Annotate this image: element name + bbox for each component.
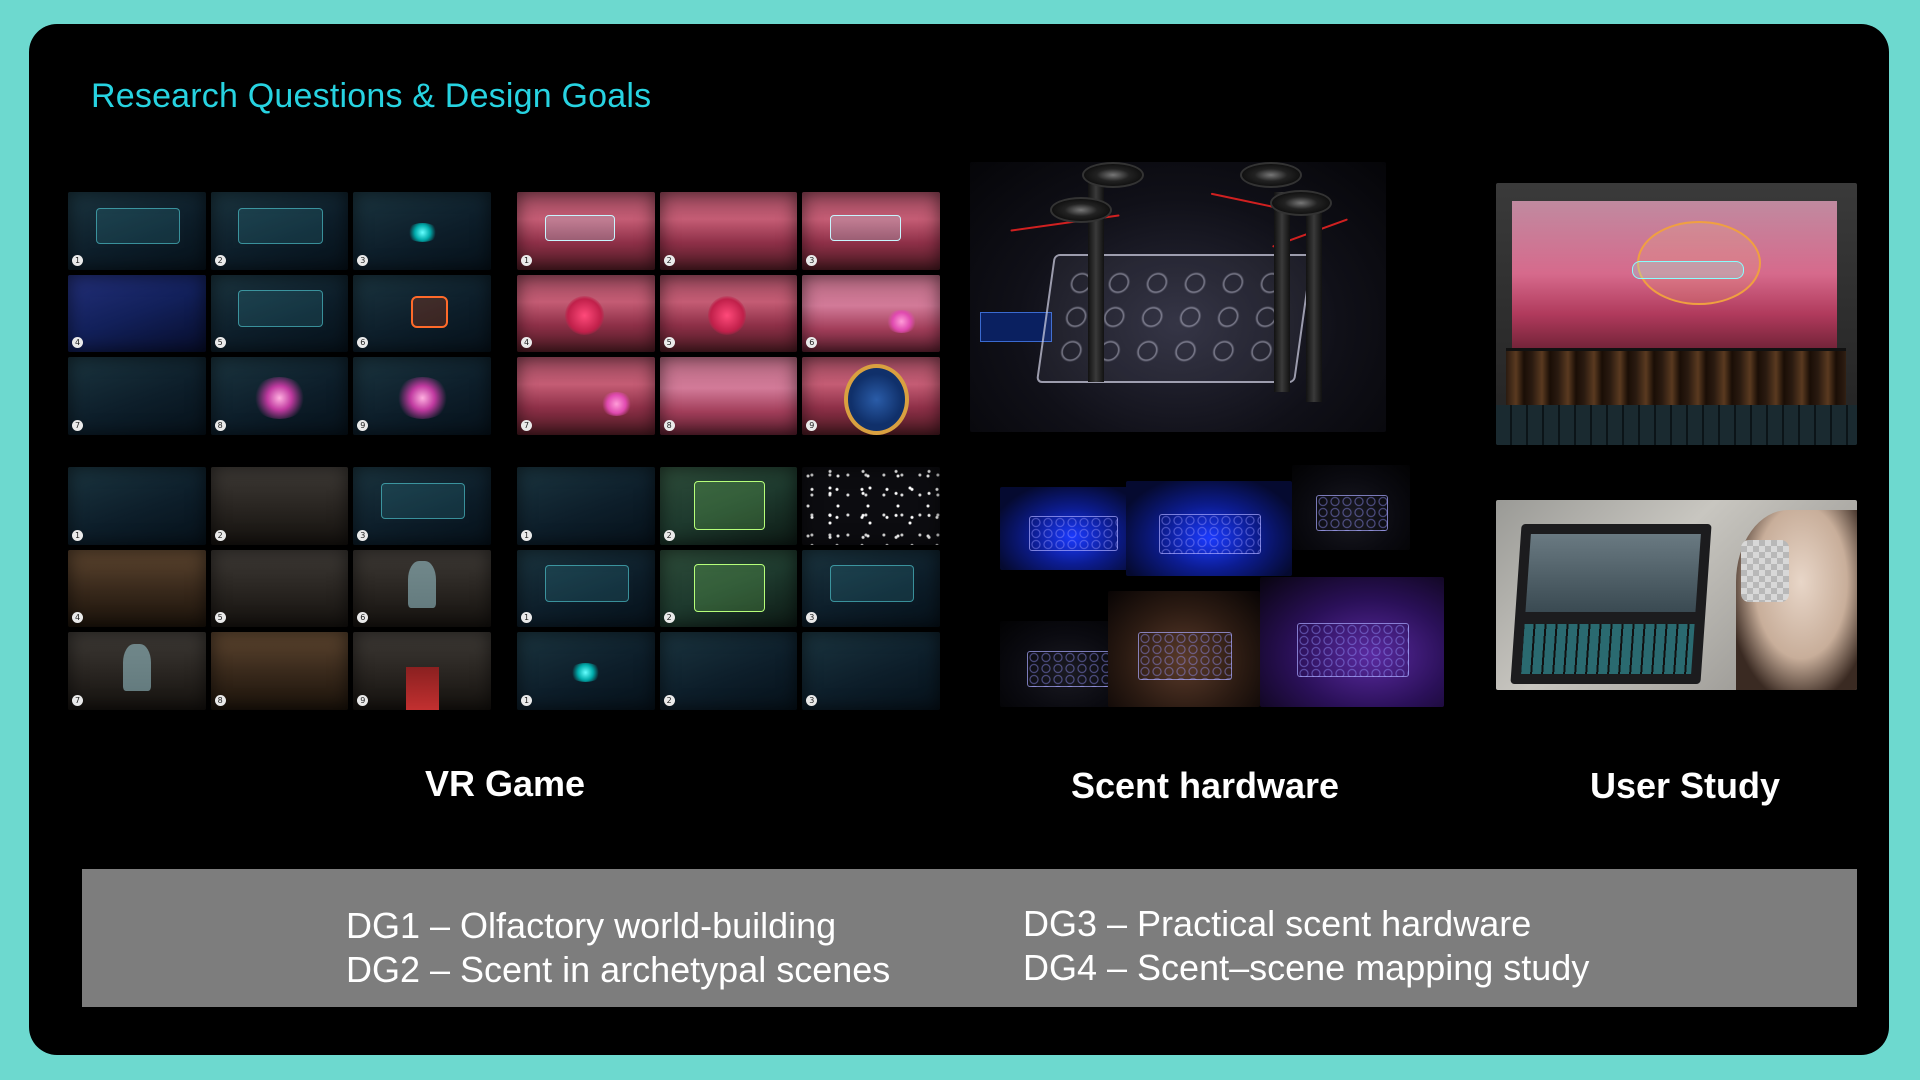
vr-screenshot-tile: 5 — [210, 274, 349, 353]
vr-screenshot-tile: 2 — [659, 467, 798, 545]
scent-hardware-photo-1 — [1000, 487, 1145, 570]
scent-hardware-photo-2 — [1126, 481, 1292, 576]
vr-screenshot-tile: 1 — [517, 549, 655, 628]
scent-hardware-main-photo — [970, 162, 1386, 432]
vr-screenshot-tile: 3 — [353, 192, 491, 270]
design-goal-2: DG2 – Scent in archetypal scenes — [346, 949, 891, 990]
tile-number-badge: 2 — [663, 254, 675, 266]
tile-number-badge: 1 — [521, 529, 532, 541]
vr-screenshot-tile: 8 — [210, 632, 349, 710]
tile-number-badge: 1 — [72, 529, 83, 541]
design-goal-3: DG3 – Practical scent hardware — [1023, 903, 1532, 944]
vr-screenshot-tile: 2 — [210, 192, 349, 270]
vr-screenshot-tile: 6 — [353, 274, 491, 353]
vr-screenshot-tile: 1 — [517, 467, 655, 545]
scent-hardware-photo-6 — [1260, 577, 1444, 707]
tile-number-badge: 6 — [357, 337, 369, 349]
tile-number-badge: 7 — [72, 419, 83, 431]
tile-number-badge: 8 — [214, 419, 226, 431]
tile-number-badge: 1 — [521, 254, 532, 266]
tile-number-badge: 2 — [663, 694, 675, 706]
vr-screenshot-tile — [802, 467, 940, 545]
vr-screenshot-tile: 9 — [353, 632, 491, 710]
label-user-study: User Study — [1589, 765, 1781, 806]
tile-number-badge: 2 — [214, 254, 226, 266]
vr-screenshot-tile: 6 — [353, 549, 491, 628]
vr-screenshot-tile: 7 — [68, 632, 206, 710]
tile-number-badge: 1 — [72, 254, 83, 266]
vr-grid-spaceship: 1 2 1 2 3 1 2 3 — [517, 467, 940, 710]
tile-number-badge: 3 — [806, 612, 818, 624]
tile-number-badge: 2 — [663, 612, 675, 624]
vr-screenshot-tile: 6 — [802, 274, 940, 353]
vr-screenshot-tile: 1 — [517, 632, 655, 710]
vr-screenshot-tile: 9 — [353, 357, 491, 435]
tile-number-badge: 9 — [357, 419, 369, 431]
tile-number-badge: 2 — [663, 529, 675, 541]
design-goal-4: DG4 – Scent–scene mapping study — [1023, 947, 1590, 988]
tile-number-badge: 8 — [214, 694, 226, 706]
tile-number-badge: 7 — [72, 694, 83, 706]
tile-number-badge: 4 — [72, 612, 83, 624]
scent-hardware-photo-3 — [1292, 465, 1410, 550]
vr-screenshot-tile: 2 — [210, 467, 349, 545]
vr-screenshot-tile: 4 — [68, 274, 206, 353]
tile-number-badge: 7 — [521, 419, 532, 431]
vr-screenshot-tile: 3 — [353, 467, 491, 545]
tile-number-badge: 5 — [214, 612, 226, 624]
vr-screenshot-tile: 9 — [802, 357, 940, 435]
vr-screenshot-tile: 5 — [659, 274, 798, 353]
vr-screenshot-tile: 1 — [68, 467, 206, 545]
vr-screenshot-tile: 8 — [659, 357, 798, 435]
tile-number-badge: 5 — [214, 337, 226, 349]
vr-screenshot-tile: 5 — [210, 549, 349, 628]
vr-screenshot-tile: 7 — [68, 357, 206, 435]
tile-number-badge: 5 — [663, 337, 675, 349]
scent-hardware-photo-5 — [1108, 591, 1260, 707]
tile-number-badge: 4 — [521, 337, 532, 349]
design-goal-1: DG1 – Olfactory world-building — [346, 905, 837, 946]
vr-screenshot-tile: 7 — [517, 357, 655, 435]
tile-number-badge: 1 — [521, 694, 532, 706]
user-study-laptop-bottles-photo — [1496, 183, 1857, 445]
label-scent-hardware: Scent hardware — [1070, 765, 1340, 806]
vr-screenshot-tile: 3 — [802, 192, 940, 270]
vr-screenshot-tile: 2 — [659, 632, 798, 710]
vr-screenshot-tile: 2 — [659, 549, 798, 628]
vr-screenshot-tile: 4 — [517, 274, 655, 353]
tile-number-badge: 9 — [806, 419, 818, 431]
tile-number-badge: 3 — [806, 254, 818, 266]
tile-number-badge: 8 — [663, 419, 675, 431]
vr-screenshot-tile: 3 — [802, 632, 940, 710]
tile-number-badge: 3 — [357, 529, 369, 541]
vr-screenshot-tile: 1 — [68, 192, 206, 270]
tile-number-badge: 9 — [357, 694, 369, 706]
tile-number-badge: 2 — [214, 529, 226, 541]
vr-grid-cathedral: 1 2 3 4 5 6 7 8 9 — [68, 467, 491, 710]
vr-screenshot-tile: 8 — [210, 357, 349, 435]
vr-screenshot-tile: 4 — [68, 549, 206, 628]
vr-screenshot-tile: 2 — [659, 192, 798, 270]
vr-screenshot-tile: 3 — [802, 549, 940, 628]
tile-number-badge: 3 — [806, 694, 818, 706]
tile-number-badge: 3 — [357, 254, 369, 266]
tile-number-badge: 1 — [521, 612, 532, 624]
tile-number-badge: 6 — [806, 337, 818, 349]
label-vr-game: VR Game — [424, 763, 586, 804]
vr-screenshot-tile: 1 — [517, 192, 655, 270]
user-study-participant-photo — [1496, 500, 1857, 690]
tile-number-badge: 4 — [72, 337, 83, 349]
tile-number-badge: 6 — [357, 612, 369, 624]
vr-grid-scifi: 1 2 3 4 5 6 7 8 9 — [68, 192, 491, 435]
vr-grid-forest: 1 2 3 4 5 6 7 8 9 — [517, 192, 940, 435]
slide-title: Research Questions & Design Goals — [91, 77, 652, 115]
